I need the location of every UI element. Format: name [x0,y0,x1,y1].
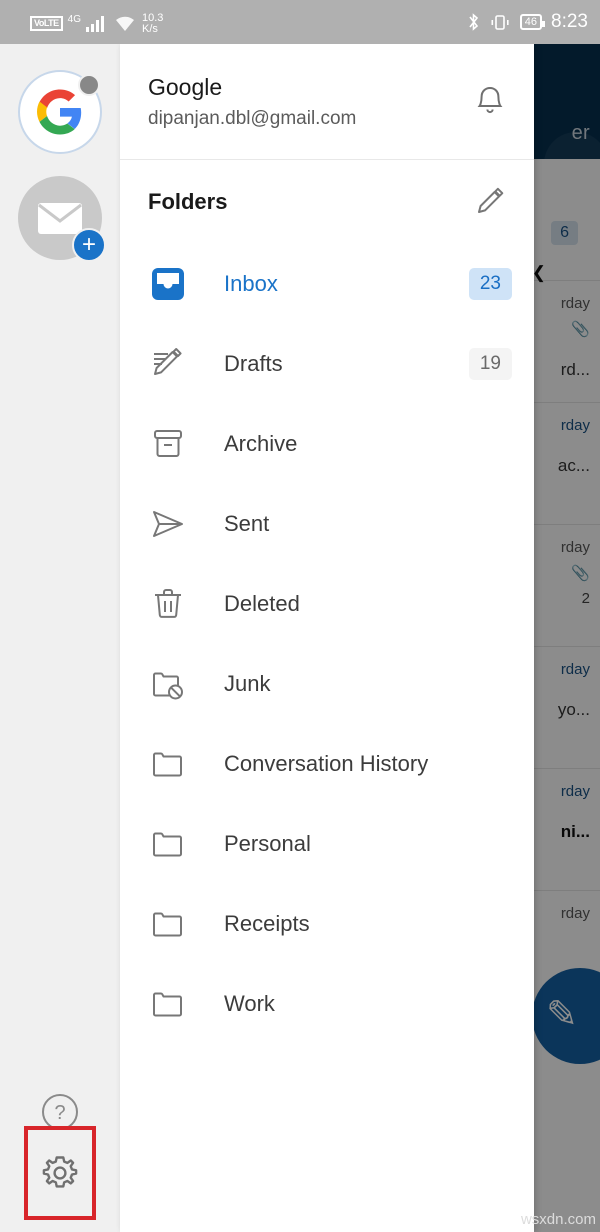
folder-item-inbox[interactable]: Inbox 23 [120,244,534,324]
folder-badge: 19 [468,348,512,380]
folder-item-archive[interactable]: Archive [120,404,534,484]
status-bar-right: 46 8:23 [467,11,600,33]
settings-button[interactable] [24,1126,96,1220]
vibrate-icon [491,15,509,30]
navigation-drawer: Google dipanjan.dbl@gmail.com Folders In… [120,44,534,1232]
account-header-text: Google dipanjan.dbl@gmail.com [148,74,472,130]
folder-item-conversation-history[interactable]: Conversation History [120,724,534,804]
folder-item-work[interactable]: Work [120,964,534,1044]
volte-icon: VoLTE [30,15,63,31]
google-account-avatar[interactable] [18,70,102,154]
notifications-button[interactable] [472,82,508,122]
account-email: dipanjan.dbl@gmail.com [148,107,357,129]
folder-item-personal[interactable]: Personal [120,804,534,884]
folder-label: Sent [224,511,270,536]
add-account-avatar[interactable]: + [18,176,106,262]
bell-icon [477,86,503,113]
envelope-icon [38,203,82,234]
status-bar: VoLTE 4G 10.3 K/s 46 8:23 [0,0,600,44]
folder-label: Receipts [224,911,310,936]
pencil-icon [478,187,504,213]
folder-item-receipts[interactable]: Receipts [120,884,534,964]
folders-title: Folders [148,189,228,214]
archive-icon [148,424,200,464]
folder-icon [148,984,200,1024]
folder-label: Deleted [224,591,300,616]
watermark: wsxdn.com [520,1211,596,1228]
data-speed-indicator: 10.3 K/s [142,11,164,35]
folder-icon [148,824,200,864]
svg-text:?: ? [54,1102,65,1124]
trash-icon [148,584,200,624]
account-name: Google [148,73,223,100]
folder-badge: 23 [468,268,512,300]
data-speed-value: 10.3 [142,11,164,24]
folder-label: Conversation History [224,751,429,776]
folder-label: Drafts [224,351,283,376]
edit-folders-button[interactable] [474,185,508,219]
folder-label: Inbox [224,271,278,296]
battery-icon: 46 [519,14,546,30]
bluetooth-icon [469,13,478,31]
google-logo-icon [37,89,82,135]
folder-item-junk[interactable]: Junk [120,644,534,724]
account-rail: + ? [0,44,120,1232]
folder-label: Archive [224,431,298,456]
plus-icon: + [72,228,106,262]
inbox-icon [148,264,200,304]
account-header[interactable]: Google dipanjan.dbl@gmail.com [120,44,534,160]
folder-label: Junk [224,671,271,696]
send-icon [148,504,200,544]
data-speed-unit: K/s [142,22,158,35]
clock-label: 8:23 [551,11,588,32]
wifi-icon [116,16,135,31]
folder-label: Personal [224,831,311,856]
folders-header: Folders [120,160,534,244]
account-status-dot [78,74,100,96]
folder-icon [148,904,200,944]
network-type-label: 4G [67,13,82,25]
draft-pencil-icon [148,344,200,384]
gear-icon [42,1156,78,1188]
signal-bars-icon [86,15,105,32]
folder-item-sent[interactable]: Sent [120,484,534,564]
folder-item-drafts[interactable]: Drafts 19 [120,324,534,404]
folder-item-deleted[interactable]: Deleted [120,564,534,644]
status-bar-left: VoLTE 4G 10.3 K/s [0,10,163,35]
folder-icon [148,744,200,784]
folder-label: Work [224,991,275,1016]
folder-block-icon [148,664,200,704]
